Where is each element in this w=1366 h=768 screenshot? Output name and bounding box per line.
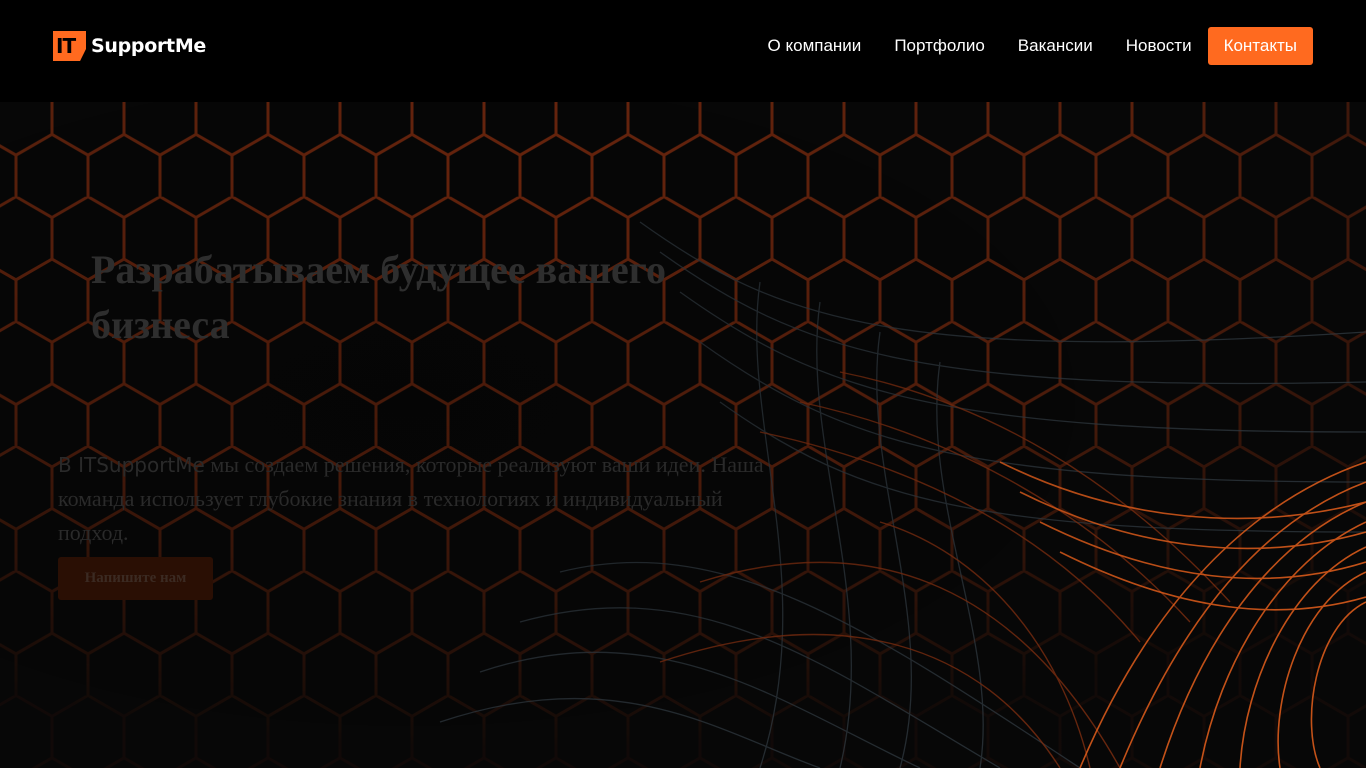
- main-nav: О компании Портфолио Вакансии Новости Ко…: [768, 27, 1313, 65]
- hero-description: В ITSupportMe мы создаем решения, которы…: [58, 448, 798, 550]
- site-header: IT SupportMe О компании Портфолио Ваканс…: [0, 0, 1366, 102]
- nav-link-portfolio[interactable]: Портфолио: [894, 36, 984, 56]
- hero-title: Разрабатываем будущее вашего бизнеса: [91, 247, 666, 347]
- hero-description-brand: В ITSupportMe: [58, 453, 205, 477]
- nav-link-news[interactable]: Новости: [1126, 36, 1192, 56]
- contacts-button[interactable]: Контакты: [1207, 27, 1313, 65]
- hero-background-image: [0, 102, 1366, 768]
- logo-text: SupportMe: [91, 35, 207, 57]
- nav-link-about[interactable]: О компании: [768, 36, 862, 56]
- nav-link-vacancies[interactable]: Вакансии: [1018, 36, 1093, 56]
- write-us-button[interactable]: Напишите нам: [58, 557, 213, 600]
- hero-section: Разрабатываем будущее вашего бизнеса В I…: [0, 102, 1366, 768]
- logo[interactable]: IT SupportMe: [53, 31, 206, 61]
- logo-mark: IT: [53, 31, 86, 61]
